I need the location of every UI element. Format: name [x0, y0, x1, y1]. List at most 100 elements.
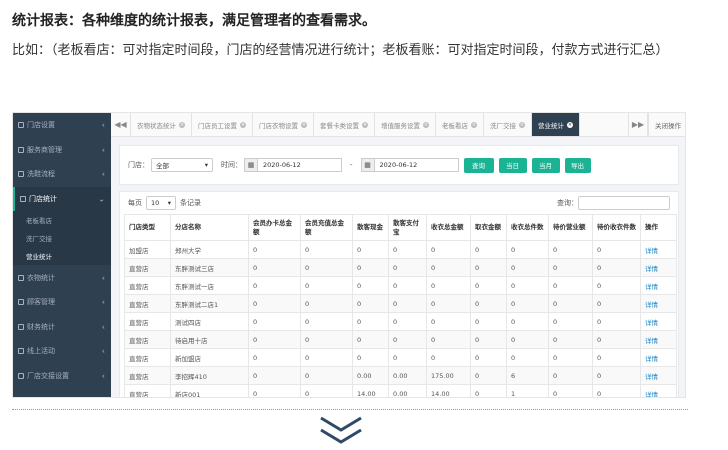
tab-prev-button[interactable]: ◀◀ [111, 113, 131, 136]
table-cell: 0 [300, 276, 353, 295]
details-link[interactable]: 详情 [640, 258, 677, 277]
table-cell: 0 [388, 258, 427, 277]
sidebar-item[interactable]: 顾客管理 ‹ [13, 290, 111, 315]
close-icon[interactable]: × [301, 121, 307, 128]
details-link[interactable]: 详情 [640, 384, 677, 397]
sidebar-subitem[interactable]: 老板看店 [13, 211, 111, 230]
sidebar-item[interactable]: 厂店交接设置 ‹ [13, 364, 111, 389]
table-row: 直营店 新店001 0 0 14.00 0.00 14.00 0 1 0 0 详情 [124, 384, 677, 397]
tab-item[interactable]: 衣物状态统计 × [131, 113, 192, 136]
close-icon[interactable]: × [362, 121, 368, 128]
filter-button[interactable]: 导出 [564, 157, 591, 173]
sidebar-subitem[interactable]: 营业统计 [13, 247, 111, 266]
table-cell: 0 [248, 312, 301, 331]
menu-icon [18, 122, 24, 129]
table-cell: 测试四店 [170, 312, 249, 331]
close-icon[interactable]: × [567, 121, 573, 128]
tab-item[interactable]: 老板看店 × [436, 113, 484, 136]
menu-icon [20, 196, 26, 203]
calendar-icon[interactable]: ▦ [244, 158, 258, 172]
chevron-left-icon: ‹ [101, 145, 105, 155]
column-header: 散客支付宝 [388, 214, 427, 241]
filter-button[interactable]: 当月 [531, 157, 560, 173]
double-chevron-down-icon[interactable] [318, 414, 364, 446]
details-link[interactable]: 详情 [640, 240, 677, 259]
table-cell: 175.00 [426, 366, 471, 385]
sidebar-subitem[interactable]: 洗厂交接 [13, 229, 111, 248]
details-link[interactable]: 详情 [640, 330, 677, 349]
table-cell: 0 [470, 276, 507, 295]
tab-item[interactable]: 增值服务设置 × [375, 113, 436, 136]
sidebar-item[interactable]: 工厂管理 ‹ [13, 388, 111, 397]
date-to-input[interactable]: 2020-06-12 [374, 158, 459, 172]
sidebar-item[interactable]: 门店设置 ‹ [13, 113, 111, 138]
close-icon[interactable]: × [423, 121, 429, 128]
sidebar-item[interactable]: 财务统计 ‹ [13, 315, 111, 340]
close-icon[interactable]: × [240, 121, 246, 128]
details-link[interactable]: 详情 [640, 348, 677, 367]
tab-item[interactable]: 套餐卡类设置 × [314, 113, 375, 136]
tab-item[interactable]: 洗厂交接 × [484, 113, 532, 136]
sidebar-item[interactable]: 线上活动 ‹ [13, 339, 111, 364]
table-cell: 0.00 [352, 366, 389, 385]
sidebar-item[interactable]: 衣物统计 ‹ [13, 265, 111, 290]
tab-label: 套餐卡类设置 [320, 121, 359, 130]
chevron-down-icon: ▾ [167, 199, 171, 207]
column-header: 待价收衣件数 [592, 214, 641, 241]
column-header: 散客现金 [352, 214, 389, 241]
table-cell: 0 [548, 348, 593, 367]
details-link[interactable]: 详情 [640, 366, 677, 385]
per-page-value: 10 [151, 199, 160, 207]
tab-label: 衣物状态统计 [137, 121, 176, 130]
time-label: 时间： [221, 161, 242, 169]
close-icon[interactable]: × [179, 121, 185, 128]
per-page-select[interactable]: 10 ▾ [146, 196, 176, 210]
close-icon[interactable]: × [471, 121, 477, 128]
details-link[interactable]: 详情 [640, 276, 677, 295]
filter-button[interactable]: 查询 [463, 157, 494, 173]
filter-button[interactable]: 当日 [498, 157, 527, 173]
menu-icon [18, 274, 24, 281]
sidebar-item[interactable]: 洗鞋流程 ‹ [13, 162, 111, 187]
menu-icon [18, 171, 24, 178]
close-icon[interactable]: × [519, 121, 525, 128]
table-cell: 0 [388, 330, 427, 349]
table-cell: 0 [470, 294, 507, 313]
column-header: 会员充值总金额 [300, 214, 353, 241]
table-cell: 0 [426, 294, 471, 313]
chevron-left-icon: ‹ [101, 346, 105, 356]
details-link[interactable]: 详情 [640, 312, 677, 331]
table-cell: 东胖测试三店 [170, 258, 249, 277]
sidebar-item-label: 财务统计 [27, 322, 55, 331]
table-cell: 0 [300, 258, 353, 277]
table-cell: 0 [426, 348, 471, 367]
close-operations-button[interactable]: 关闭操作 [648, 113, 685, 136]
column-header: 会员办卡总金额 [248, 214, 301, 241]
sidebar-item[interactable]: 服务商管理 ‹ [13, 138, 111, 163]
store-select[interactable]: 全部 ▾ [151, 158, 213, 172]
article-page: 统计报表：各种维度的统计报表，满足管理者的查看需求。 比如：（老板看店：可对指定… [0, 0, 728, 450]
report-panel: 每页 10 ▾ 条记录 查询： 门店类型 分店名称 会员办卡总金额 会员充值总金额 散客… [119, 191, 679, 397]
calendar-icon[interactable]: ▦ [360, 158, 375, 172]
table-row: 直营店 李招辉410 0 0 0.00 0.00 175.00 0 6 0 0 详情 [124, 366, 677, 385]
table-cell: 0 [352, 312, 389, 331]
table-cell: 直营店 [124, 384, 171, 397]
search-input[interactable] [578, 196, 670, 210]
date-from-input[interactable]: 2020-06-12 [258, 158, 342, 172]
tab-next-button[interactable]: ▶▶ [628, 113, 648, 136]
table-cell: 直营店 [124, 348, 171, 367]
tab-item[interactable]: 营业统计 × [532, 113, 580, 136]
table-cell: 14.00 [352, 384, 389, 397]
details-link[interactable]: 详情 [640, 294, 677, 313]
tab-item[interactable]: 门店衣物设置 × [253, 113, 314, 136]
table-cell: 0 [426, 276, 471, 295]
tab-label: 增值服务设置 [381, 121, 420, 130]
tab-item[interactable]: 门店员工设置 × [192, 113, 253, 136]
table-cell: 0 [426, 258, 471, 277]
table-cell: 0 [388, 276, 427, 295]
sidebar-item-label: 线上活动 [27, 347, 55, 356]
column-header: 门店类型 [124, 214, 171, 241]
sidebar-item[interactable]: 门店统计 ⌄ [13, 186, 111, 212]
table-cell: 0 [426, 240, 471, 259]
admin-screenshot: 门店设置 ‹ 服务商管理 ‹ 洗鞋流程 ‹ 门店统计 ⌄ 老板看店 洗厂交接 营业统计 衣物统计 ‹ 顾客… [12, 112, 686, 398]
